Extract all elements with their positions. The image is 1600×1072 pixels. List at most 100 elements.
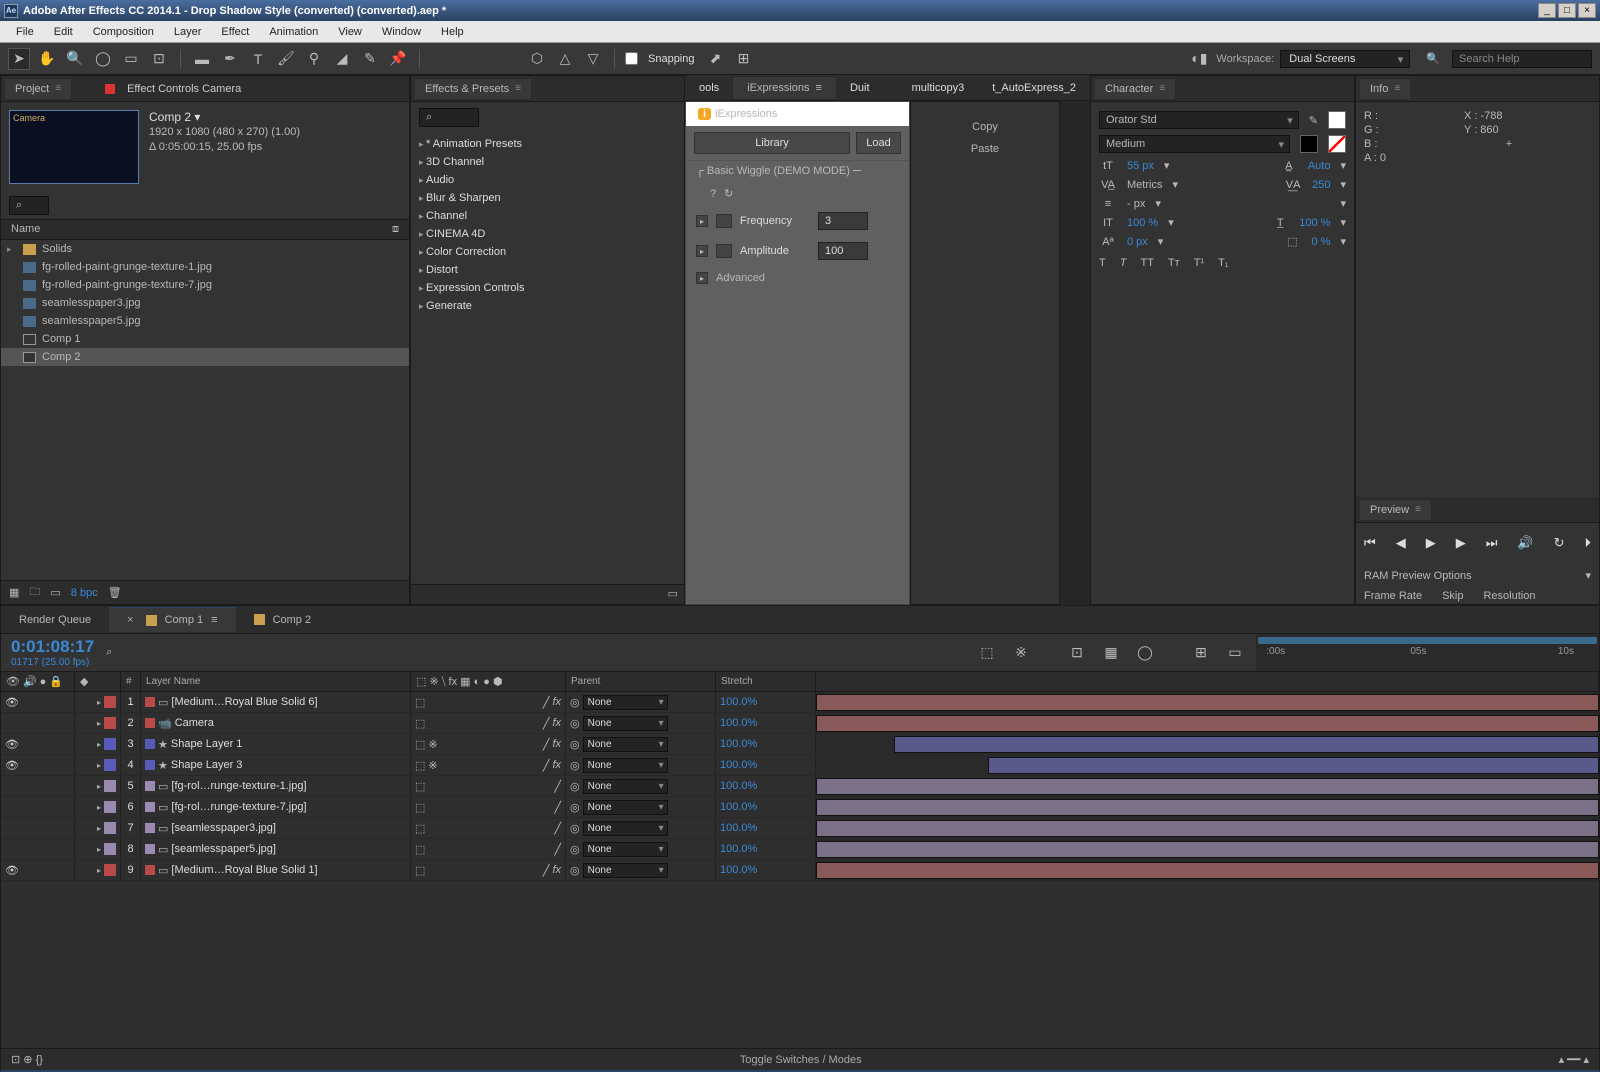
track-tool[interactable]: ⊡ (148, 48, 170, 70)
character-tab[interactable]: Character≡ (1095, 79, 1175, 99)
project-item[interactable]: seamlesspaper3.jpg (1, 294, 409, 312)
effect-category[interactable]: Distort (417, 261, 678, 279)
pen-tool[interactable]: ✒ (219, 48, 241, 70)
axis-local-icon[interactable]: ⬡ (526, 48, 548, 70)
baseline-input[interactable]: 0 px (1127, 236, 1148, 248)
effects-search-input[interactable]: ⌕ (419, 108, 479, 127)
stroke-width-input[interactable]: - px (1127, 198, 1145, 210)
audio-icon[interactable]: 🔊 (1517, 535, 1533, 551)
comp-mini-icon[interactable]: ⬚ (976, 642, 998, 664)
frame-blend-icon[interactable]: ⊡ (1066, 642, 1088, 664)
zoom-slider[interactable]: ━━ (1567, 1054, 1580, 1066)
allcaps-icon[interactable]: TT (1140, 257, 1153, 269)
menu-effect[interactable]: Effect (211, 24, 259, 40)
menu-composition[interactable]: Composition (83, 24, 164, 40)
project-item[interactable]: fg-rolled-paint-grunge-texture-1.jpg (1, 258, 409, 276)
timeline-tab[interactable]: Comp 2 (236, 608, 330, 632)
auto-keyframe-icon[interactable]: ▭ (1224, 642, 1246, 664)
font-family-select[interactable]: Orator Std (1099, 111, 1299, 129)
zoom-in-icon[interactable]: ▴ (1583, 1054, 1589, 1066)
menu-edit[interactable]: Edit (44, 24, 83, 40)
timeline-tab[interactable]: Render Queue (1, 608, 109, 632)
eraser-tool[interactable]: ◢ (331, 48, 353, 70)
search-help-input[interactable]: Search Help (1452, 50, 1592, 68)
name-column[interactable]: Name (11, 223, 40, 236)
kerning-select[interactable]: Metrics (1127, 179, 1162, 191)
roi-tool[interactable]: ▭ (120, 48, 142, 70)
vscale-input[interactable]: 100 % (1127, 217, 1158, 229)
new-comp-icon[interactable]: ▭ (50, 586, 60, 599)
transfer-icon[interactable]: ⊕ (23, 1054, 32, 1066)
tab-iexpressions[interactable]: iExpressions≡ (733, 77, 836, 99)
effect-category[interactable]: 3D Channel (417, 153, 678, 171)
last-frame-icon[interactable]: ⏭ (1486, 535, 1498, 551)
font-size-input[interactable]: 55 px (1127, 160, 1154, 172)
project-search-input[interactable]: ⌕ (9, 196, 49, 215)
panel-menu-icon[interactable]: ≡ (55, 83, 61, 94)
layer-row[interactable]: ▸2📹Camera⬚╱fx◎None100.0% (1, 713, 1599, 734)
timeline-search-icon[interactable]: ⌕ (106, 646, 112, 659)
reset-icon[interactable]: ↻ (724, 187, 733, 200)
twirl-icon[interactable]: ▸ (696, 245, 708, 257)
stroke-swatch-bg[interactable] (1300, 135, 1318, 153)
info-tab[interactable]: Info≡ (1360, 79, 1410, 99)
layer-row[interactable]: ▸8▭[seamlesspaper5.jpg]⬚╱◎None100.0% (1, 839, 1599, 860)
mask-icon[interactable]: ◐▮ (1188, 48, 1210, 70)
italic-icon[interactable]: T (1120, 257, 1127, 269)
preview-tab[interactable]: Preview≡ (1360, 500, 1431, 520)
font-style-select[interactable]: Medium (1099, 135, 1290, 153)
tracking-input[interactable]: 250 (1312, 179, 1330, 191)
toggle-switches-button[interactable]: Toggle Switches / Modes (740, 1054, 862, 1066)
library-button[interactable]: Library (694, 132, 850, 154)
project-item[interactable]: fg-rolled-paint-grunge-texture-7.jpg (1, 276, 409, 294)
pickwhip-icon[interactable] (716, 244, 732, 258)
expand-icon[interactable]: ⊡ (11, 1054, 20, 1066)
ram-preview-icon[interactable]: ⏵ (1585, 535, 1592, 551)
load-button[interactable]: Load (856, 132, 901, 154)
stroke-swatch[interactable] (1328, 135, 1346, 153)
ram-options-label[interactable]: RAM Preview Options (1364, 570, 1472, 582)
folder-icon[interactable]: 🗀 (29, 583, 40, 602)
tree-icon[interactable]: ⧈ (392, 223, 399, 236)
effect-category[interactable]: Expression Controls (417, 279, 678, 297)
snap-grid-icon[interactable]: ⊞ (733, 48, 755, 70)
next-frame-icon[interactable]: ▶ (1456, 535, 1466, 551)
snap-edge-icon[interactable]: ⬈ (705, 48, 727, 70)
layer-row[interactable]: ▸5▭[fg-rol…runge-texture-1.jpg]⬚╱◎None10… (1, 776, 1599, 797)
motion-blur-icon[interactable]: ▦ (1100, 642, 1122, 664)
layer-row[interactable]: ▸6▭[fg-rol…runge-texture-7.jpg]⬚╱◎None10… (1, 797, 1599, 818)
comp-thumbnail[interactable]: Camera (9, 110, 139, 184)
effect-category[interactable]: Generate (417, 297, 678, 315)
roto-tool[interactable]: ✎ (359, 48, 381, 70)
project-item[interactable]: Comp 2 (1, 348, 409, 366)
effects-presets-tab[interactable]: Effects & Presets≡ (415, 79, 531, 99)
menu-file[interactable]: File (6, 24, 44, 40)
bpc-button[interactable]: 8 bpc (71, 587, 98, 599)
timeline-tab[interactable]: ×Comp 1 ≡ (109, 607, 235, 632)
effect-category[interactable]: Audio (417, 171, 678, 189)
puppet-tool[interactable]: 📌 (387, 48, 409, 70)
interpret-icon[interactable]: ▦ (9, 586, 19, 599)
inout-icon[interactable]: {} (36, 1054, 43, 1066)
layer-row[interactable]: ▸7▭[seamlesspaper3.jpg]⬚╱◎None100.0% (1, 818, 1599, 839)
graph-icon[interactable]: ◯ (1134, 642, 1156, 664)
apply-icon[interactable]: ▭ (668, 588, 678, 600)
first-frame-icon[interactable]: ⏮ (1364, 535, 1376, 551)
snapping-checkbox[interactable] (625, 52, 638, 65)
layer-row[interactable]: 👁▸1▭[Medium…Royal Blue Solid 6]⬚╱fx◎None… (1, 692, 1599, 713)
hscale-input[interactable]: 100 % (1299, 217, 1330, 229)
menu-help[interactable]: Help (431, 24, 474, 40)
brush-tool[interactable]: 🖌 (275, 48, 297, 70)
tab-multicopy[interactable]: multicopy3 (898, 77, 979, 99)
tsume-input[interactable]: 0 % (1312, 236, 1331, 248)
panel-menu-icon[interactable]: ≡ (515, 83, 521, 94)
twirl-icon[interactable]: ▸ (696, 272, 708, 284)
workspace-select[interactable]: Dual Screens (1280, 50, 1410, 68)
subscript-icon[interactable]: T₁ (1218, 257, 1228, 269)
brainstorm-icon[interactable]: ⊞ (1190, 642, 1212, 664)
bold-icon[interactable]: T (1099, 257, 1106, 269)
twirl-icon[interactable]: ▸ (696, 215, 708, 227)
layer-row[interactable]: 👁▸3★Shape Layer 1⬚※╱fx◎None100.0% (1, 734, 1599, 755)
trash-icon[interactable]: 🗑 (108, 586, 122, 599)
layer-row[interactable]: 👁▸9▭[Medium…Royal Blue Solid 1]⬚╱fx◎None… (1, 860, 1599, 881)
